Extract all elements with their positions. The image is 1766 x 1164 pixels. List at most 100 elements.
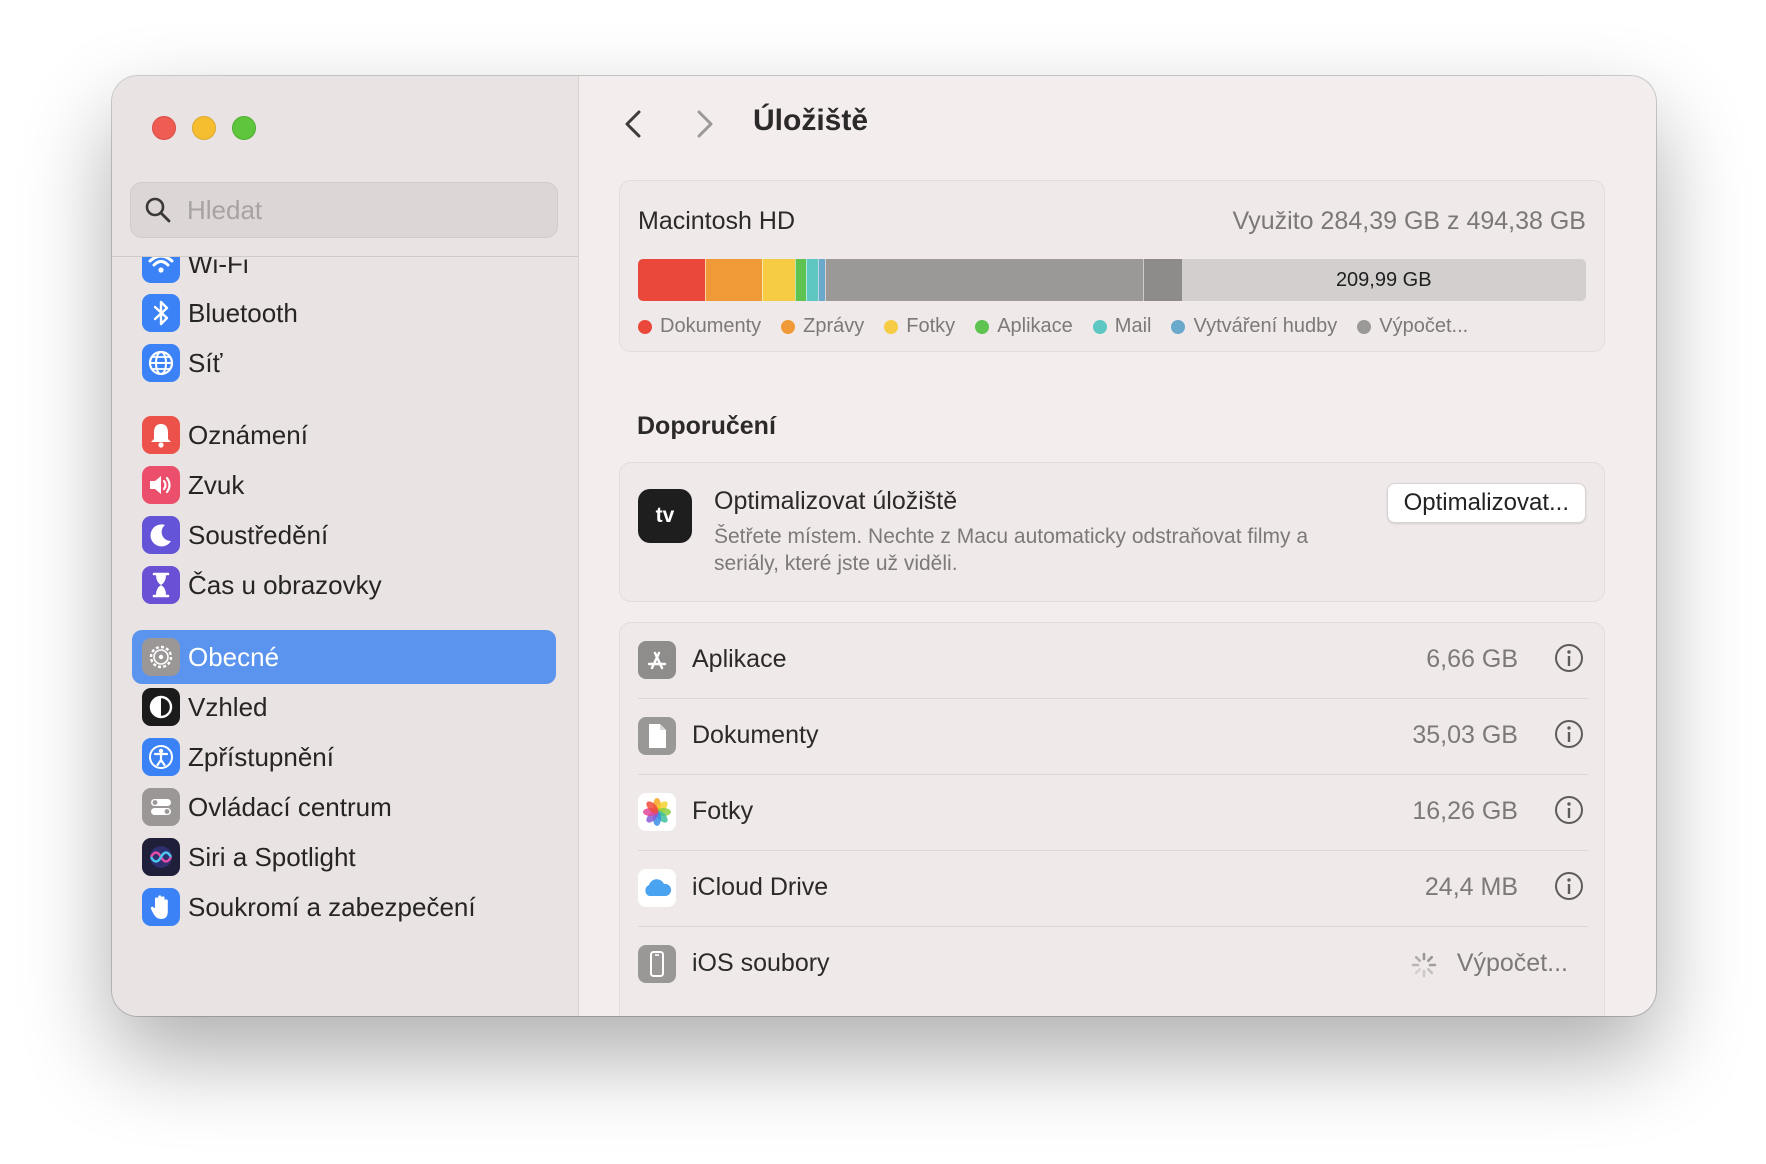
legend-dot: [1357, 319, 1372, 334]
hourglass-icon: [142, 566, 180, 604]
spinner-icon: [1411, 952, 1437, 978]
optimize-button[interactable]: Optimalizovat...: [1386, 483, 1586, 523]
category-size: 6,66 GB: [1426, 645, 1518, 673]
recommendation-description: Šetřete místem. Nechte z Macu automatick…: [714, 525, 1309, 575]
storage-segment-5: [805, 259, 819, 301]
sidebar-item-siri[interactable]: Siri a Spotlight: [132, 830, 556, 884]
siri-icon: [142, 838, 180, 876]
minimize-button[interactable]: [192, 116, 216, 140]
recommendations-title: Doporučení: [637, 412, 776, 440]
bell-icon: [142, 416, 180, 454]
disk-name: Macintosh HD: [638, 207, 795, 235]
info-icon[interactable]: [1554, 719, 1584, 749]
sidebar-item-control-center[interactable]: Ovládací centrum: [132, 780, 556, 834]
legend-dot: [781, 319, 796, 334]
legend-item: Vytváření hudby: [1171, 315, 1337, 338]
apple-tv-icon: tv: [638, 489, 692, 543]
storage-segment-3: [762, 259, 795, 301]
legend-item: Výpočet...: [1357, 315, 1468, 338]
legend-item: Mail: [1092, 315, 1152, 338]
sidebar-item-appearance[interactable]: Vzhled: [132, 680, 556, 734]
cloud-icon: [638, 869, 676, 907]
phone-icon: [638, 945, 676, 983]
sidebar-item-network[interactable]: Síť: [132, 336, 556, 390]
back-button[interactable]: [619, 106, 649, 142]
category-name: Dokumenty: [692, 721, 819, 749]
sidebar-item-general[interactable]: Obecné: [132, 630, 556, 684]
list-item[interactable]: iCloud Drive 24,4 MB: [638, 851, 1588, 927]
legend-label: Zprávy: [803, 315, 865, 337]
wifi-icon: [142, 257, 180, 283]
legend-dot: [975, 319, 990, 334]
legend-item: Aplikace: [975, 315, 1073, 338]
disk-usage-card: Macintosh HD Využito 284,39 GB z 494,38 …: [619, 180, 1605, 352]
sidebar-item-label: Zpřístupnění: [188, 741, 334, 772]
sidebar-item-accessibility[interactable]: Zpřístupnění: [132, 730, 556, 784]
sidebar-item-label: Bluetooth: [188, 297, 298, 328]
sidebar-item-label: Ovládací centrum: [188, 791, 392, 822]
storage-bar[interactable]: 209,99 GB: [638, 259, 1586, 301]
category-name: Aplikace: [692, 645, 787, 673]
list-item[interactable]: Fotky 16,26 GB: [638, 775, 1588, 851]
search-input[interactable]: [185, 193, 549, 227]
hand-icon: [142, 888, 180, 926]
info-icon[interactable]: [1554, 795, 1584, 825]
search-field[interactable]: [130, 182, 558, 238]
info-icon[interactable]: [1554, 871, 1584, 901]
legend-dot: [1092, 319, 1107, 334]
legend-item: Dokumenty: [638, 315, 761, 338]
sidebar-item-label: Čas u obrazovky: [188, 569, 382, 600]
moon-icon: [142, 516, 180, 554]
sidebar-item-bluetooth[interactable]: Bluetooth: [132, 286, 556, 340]
legend-label: Vytváření hudby: [1193, 315, 1338, 337]
sidebar-item-label: Zvuk: [188, 469, 245, 500]
category-size: Výpočet...: [1456, 949, 1568, 977]
tv-icon-text: tv: [655, 504, 675, 527]
list-item[interactable]: Dokumenty 35,03 GB: [638, 699, 1588, 775]
list-item[interactable]: iOS soubory Výpočet...: [638, 927, 1588, 1003]
storage-segment-7: [824, 259, 1143, 301]
zoom-button[interactable]: [232, 116, 256, 140]
legend-label: Výpočet...: [1379, 315, 1469, 337]
category-size: 16,26 GB: [1412, 797, 1518, 825]
document-icon: [638, 717, 676, 755]
sidebar-item-privacy[interactable]: Soukromí a zabezpečení: [132, 880, 556, 934]
sidebar-item-focus[interactable]: Soustředění: [132, 508, 556, 562]
recommendation-title: Optimalizovat úložiště: [714, 487, 958, 515]
storage-segment-4: [794, 259, 806, 301]
globe-icon: [142, 344, 180, 382]
legend-dot: [884, 319, 899, 334]
category-size: 24,4 MB: [1424, 873, 1518, 901]
sidebar-list: Wi‑Fi Bluetooth Síť Oznámení Zvuk Soustř…: [112, 257, 578, 1016]
legend-label: Aplikace: [997, 315, 1073, 337]
sidebar-item-label: Síť: [188, 347, 223, 378]
sidebar-item-screen-time[interactable]: Čas u obrazovky: [132, 558, 556, 612]
sidebar-item-label: Soustředění: [188, 519, 329, 550]
forward-button[interactable]: [689, 106, 719, 142]
disk-usage-text: Využito 284,39 GB z 494,38 GB: [1232, 207, 1586, 235]
recommendation-card: tv Optimalizovat úložiště Šetřete místem…: [619, 462, 1605, 602]
sidebar-item-label: Vzhled: [188, 691, 268, 722]
sidebar: Wi‑Fi Bluetooth Síť Oznámení: [112, 76, 579, 1016]
category-name: Fotky: [692, 797, 754, 825]
photos-icon: [638, 793, 676, 831]
legend-label: Dokumenty: [660, 315, 762, 337]
category-name: iOS soubory: [692, 949, 830, 977]
storage-segment-8: [1142, 259, 1182, 301]
legend-label: Mail: [1114, 315, 1152, 337]
gear-icon: [142, 638, 180, 676]
storage-segment-1: [638, 259, 706, 301]
control-center-icon: [142, 788, 180, 826]
sidebar-item-sound[interactable]: Zvuk: [132, 458, 556, 512]
sidebar-item-label: Soukromí a zabezpečení: [188, 891, 476, 922]
window-controls: [152, 116, 256, 140]
close-button[interactable]: [152, 116, 176, 140]
info-icon[interactable]: [1554, 643, 1584, 673]
legend-item: Fotky: [884, 315, 955, 338]
sidebar-item-notifications[interactable]: Oznámení: [132, 408, 556, 462]
sidebar-item-label: Siri a Spotlight: [188, 841, 356, 872]
page-title: Úložiště: [753, 104, 869, 137]
sidebar-item-label: Obecné: [188, 641, 280, 672]
list-item[interactable]: Aplikace 6,66 GB: [638, 623, 1588, 699]
main-pane: Úložiště Macintosh HD Využito 284,39 GB …: [579, 76, 1656, 1016]
